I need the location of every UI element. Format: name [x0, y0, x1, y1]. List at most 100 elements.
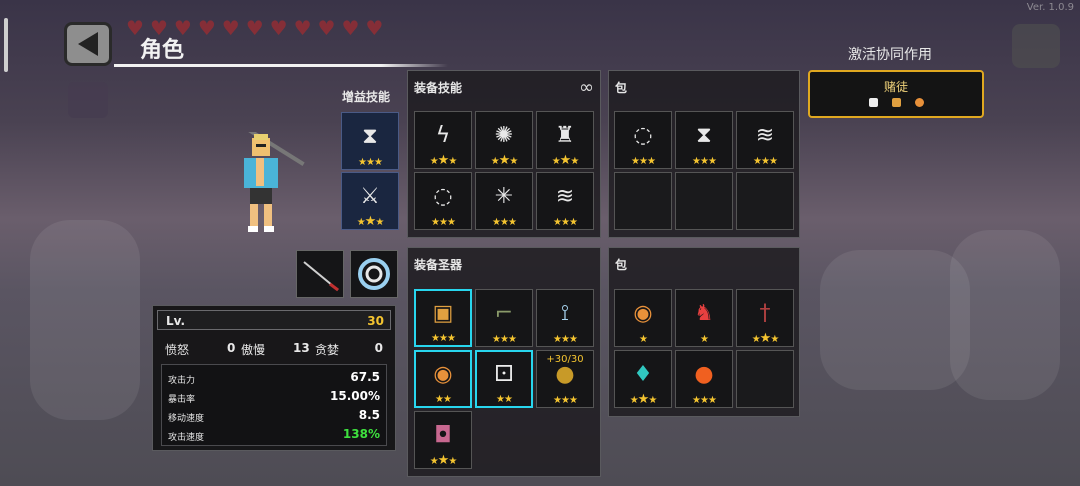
attribute-label: 攻击速度 [168, 433, 205, 443]
version-label: Ver. 1.0.9 [1026, 2, 1074, 13]
background-ruin [950, 230, 1060, 400]
ice-branch-icon: ⟟ [560, 301, 570, 326]
equipped-relics-title: 装备圣器 [414, 258, 463, 272]
weapon-slot-1[interactable] [296, 250, 344, 298]
slot-cloud-plates[interactable]: ≋ ★★★ [736, 111, 794, 169]
slot-fox-mask[interactable]: ♞ ★ [675, 289, 733, 347]
heart-icon: ♥ [341, 16, 360, 40]
heart-icon: ♥ [221, 16, 240, 40]
star-rating: ★★★ [431, 217, 456, 228]
sidebar-edge [4, 18, 8, 72]
star-rating: ★ [700, 334, 709, 345]
attribute-row: 暴击率 15.00% [168, 389, 380, 407]
back-arrow-icon [78, 32, 98, 56]
katana-icon [303, 261, 339, 292]
explosion-icon: ✺ [494, 123, 514, 148]
attribute-row: 攻击速度 138% [168, 427, 380, 445]
star-rating: ★★★ [358, 157, 383, 168]
empty-slot[interactable] [675, 172, 733, 230]
menu-icon[interactable] [68, 82, 108, 118]
heart-icon: ♥ [293, 16, 312, 40]
synergy-card[interactable]: 赌徒 [808, 70, 984, 118]
slot-teal-crystal[interactable]: ♦ ★★★ [614, 350, 672, 408]
star-rating: ★★★ [751, 331, 780, 346]
star-rating: ★★★ [553, 217, 578, 228]
heart-icon: ♥ [317, 16, 336, 40]
teal-crystal-icon: ♦ [633, 362, 653, 387]
attribute-row: 攻击力 67.5 [168, 370, 380, 388]
star-rating: ★★★ [553, 334, 578, 345]
sin-stats-row: 愤怒 0 傲慢 13 贪婪 0 [165, 341, 383, 357]
buff-skills-label: 增益技能 [342, 90, 391, 104]
star-rating: ★★★ [629, 392, 658, 407]
slot-hourglass-up[interactable]: ⧗ ★★★ [675, 111, 733, 169]
electric-orb-icon: ◌ [433, 184, 453, 209]
slot-stone-pillar[interactable]: ♜ ★★★ [536, 111, 594, 169]
title-underline [114, 64, 448, 67]
slot-lightning-strike[interactable]: ϟ ★★★ [414, 111, 472, 169]
slot-burst-rays[interactable]: ✳ ★★★ [475, 172, 533, 230]
sword-up-icon: ⚔ [360, 184, 380, 209]
link-icon[interactable]: ∞ [579, 77, 594, 98]
burst-rays-icon: ✳ [494, 184, 514, 209]
slot-ice-branch[interactable]: ⟟ ★★★ [536, 289, 594, 347]
back-button[interactable] [64, 22, 112, 66]
fire-orb-icon: ● [694, 362, 714, 387]
empty-slot[interactable] [614, 172, 672, 230]
relic-bag-title: 包 [615, 258, 628, 272]
attribute-label: 移动速度 [168, 414, 205, 424]
sin-value: 13 [293, 341, 310, 355]
dagger-icon: † [759, 301, 771, 326]
slot-rifle[interactable]: ⌐ ★★★ [475, 289, 533, 347]
background-ruin [30, 220, 140, 420]
electric-orb-icon: ◌ [633, 123, 653, 148]
weapon-slot-2[interactable] [350, 250, 398, 298]
sin-label: 傲慢 [241, 343, 266, 357]
slot-electric-orb[interactable]: ◌ ★★★ [614, 111, 672, 169]
slot-hourglass-up[interactable]: ⧗ ★★★ [341, 112, 399, 170]
dice-icon: ⚀ [494, 362, 514, 387]
stats-panel: Lv. 30 愤怒 0 傲慢 13 贪婪 0 攻击力 67.5 暴击率 15.00% 移… [152, 305, 396, 451]
slot-pink-bag[interactable]: ◘ ★★★ [414, 411, 472, 469]
empty-slot[interactable] [736, 350, 794, 408]
orange-shield-icon: ◉ [433, 362, 453, 387]
lightning-strike-icon: ϟ [435, 123, 451, 148]
star-rating: ★★★ [429, 453, 458, 468]
hourglass-up-icon: ⧗ [362, 124, 378, 149]
orange-shield-icon: ◉ [633, 301, 653, 326]
star-rating: ★★ [496, 394, 513, 405]
treasure-box-icon: ▣ [432, 301, 454, 326]
star-rating: ★★★ [551, 153, 580, 168]
star-rating: ★★★ [692, 395, 717, 406]
map-button[interactable] [1012, 24, 1060, 68]
slot-dice[interactable]: ⚀ ★★ [475, 350, 533, 408]
slot-orange-shield[interactable]: ◉ ★★ [414, 350, 472, 408]
synergy-title: 激活协同作用 [848, 47, 932, 63]
sin-label: 愤怒 [165, 343, 190, 357]
slot-fire-orb[interactable]: ● ★★★ [675, 350, 733, 408]
slot-dagger[interactable]: † ★★★ [736, 289, 794, 347]
attribute-value: 67.5 [350, 370, 380, 384]
slot-cloud-plates[interactable]: ≋ ★★★ [536, 172, 594, 230]
attribute-label: 暴击率 [168, 395, 196, 405]
sin-value: 0 [374, 341, 383, 355]
empty-slot[interactable] [736, 172, 794, 230]
heart-icon: ♥ [269, 16, 288, 40]
slot-orange-shield[interactable]: ◉ ★ [614, 289, 672, 347]
star-rating: ★★★ [429, 153, 458, 168]
slot-electric-orb[interactable]: ◌ ★★★ [414, 172, 472, 230]
fox-mask-icon: ♞ [694, 301, 714, 326]
attribute-value: 8.5 [358, 408, 380, 422]
slot-sword-up[interactable]: ⚔ ★★★ [341, 172, 399, 230]
star-rating: ★★★ [631, 156, 656, 167]
slot-explosion[interactable]: ✺ ★★★ [475, 111, 533, 169]
slot-treasure-box[interactable]: ▣ ★★★ [414, 289, 472, 347]
attribute-value: 138% [342, 427, 380, 441]
tornado-icon [358, 258, 390, 290]
heart-icon: ♥ [197, 16, 216, 40]
cloud-plates-icon: ≋ [755, 123, 775, 148]
star-rating: ★★ [435, 394, 452, 405]
star-rating: ★★★ [492, 217, 517, 228]
dice-icon [868, 98, 878, 107]
slot-gold-coin[interactable]: +30/30 ● ★★★ [536, 350, 594, 408]
